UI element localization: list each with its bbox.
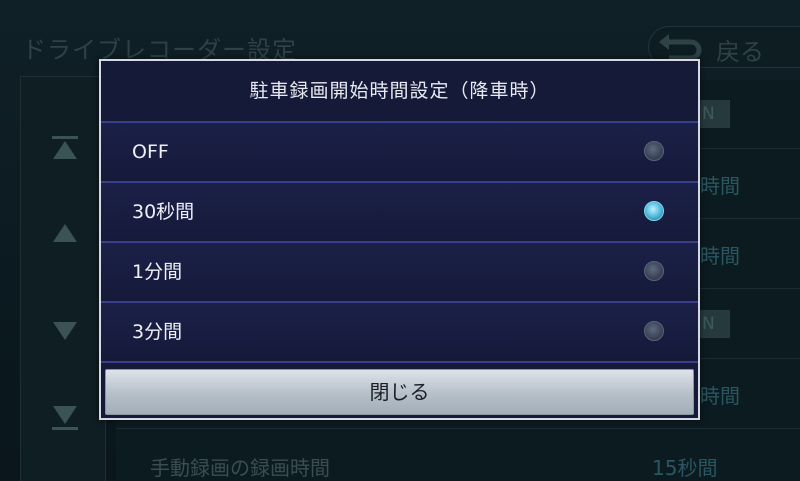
row-divider xyxy=(101,361,698,363)
back-arrow-icon xyxy=(659,34,702,61)
manual-record-time-value: 15秒間 xyxy=(652,456,718,480)
on-badge: N xyxy=(700,100,730,128)
radio-button-icon[interactable] xyxy=(644,261,664,281)
scroll-top-icon[interactable] xyxy=(52,136,78,162)
option-label: 30秒間 xyxy=(132,201,195,223)
back-label: 戻る xyxy=(716,38,764,66)
radio-button-selected-icon[interactable] xyxy=(644,201,664,221)
option-label: OFF xyxy=(132,141,169,163)
on-badge: N xyxy=(700,310,730,338)
option-3-minutes[interactable]: 3分間 xyxy=(101,303,698,361)
option-30-seconds[interactable]: 30秒間 xyxy=(101,183,698,241)
radio-button-icon[interactable] xyxy=(644,141,664,161)
close-button[interactable]: 閉じる xyxy=(105,369,694,415)
setting-value: 時間 xyxy=(700,244,740,268)
setting-value: 時間 xyxy=(700,384,740,408)
setting-value: 時間 xyxy=(700,174,740,198)
parking-record-start-dialog: 駐車録画開始時間設定（降車時） OFF 30秒間 1分間 3分間 閉じる xyxy=(99,59,700,420)
scroll-up-icon[interactable] xyxy=(52,220,78,246)
option-label: 1分間 xyxy=(132,261,183,283)
list-divider xyxy=(116,428,800,429)
manual-record-time-label: 手動録画の録画時間 xyxy=(150,456,330,480)
option-label: 3分間 xyxy=(132,321,183,343)
radio-button-icon[interactable] xyxy=(644,321,664,341)
option-off[interactable]: OFF xyxy=(101,123,698,181)
dialog-title: 駐車録画開始時間設定（降車時） xyxy=(249,80,550,102)
scroll-down-icon[interactable] xyxy=(52,318,78,344)
scroll-bottom-icon[interactable] xyxy=(52,404,78,430)
option-1-minute[interactable]: 1分間 xyxy=(101,243,698,301)
